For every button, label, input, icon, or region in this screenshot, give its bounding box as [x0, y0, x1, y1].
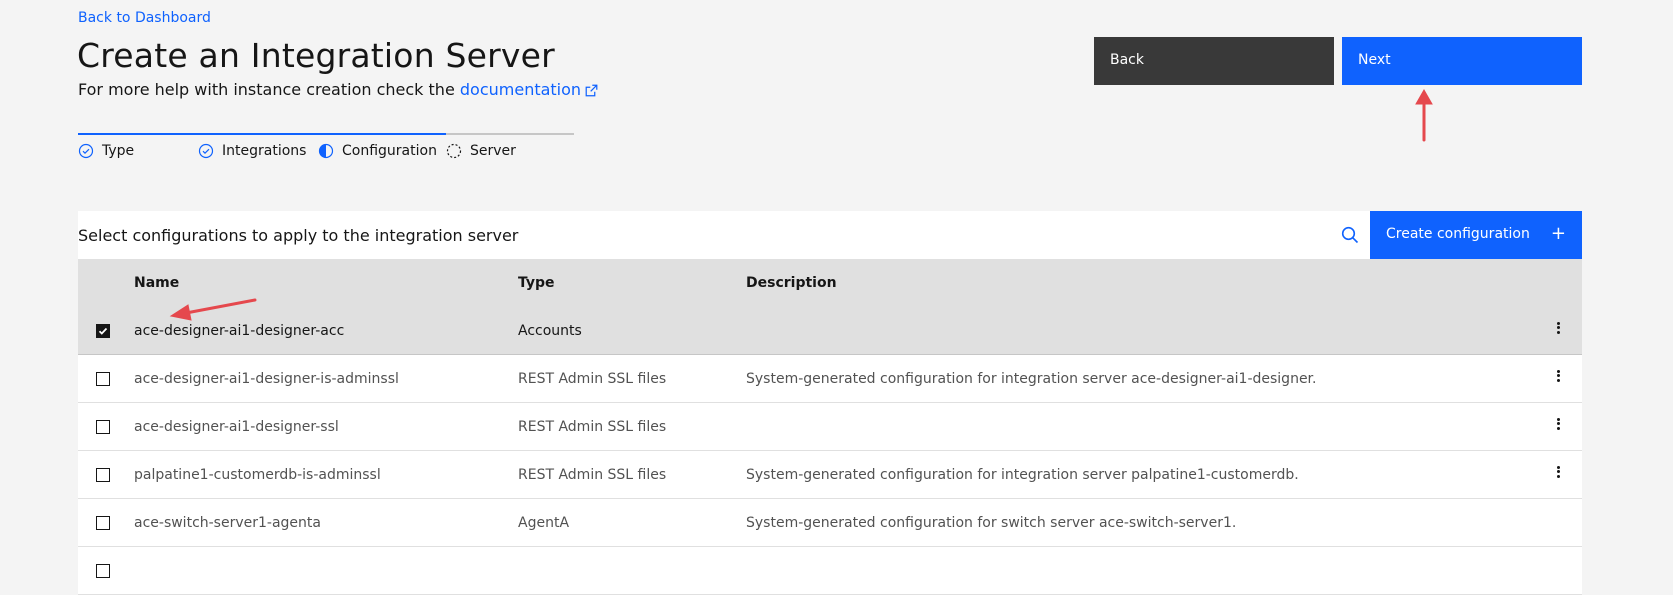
next-button[interactable]: Next	[1342, 37, 1582, 85]
progress-step-integrations[interactable]: Integrations	[198, 133, 326, 169]
table-row[interactable]: ace-designer-ai1-designer-ssl REST Admin…	[78, 403, 1582, 451]
row-type: REST Admin SSL files	[518, 467, 667, 483]
row-type: Accounts	[518, 323, 582, 339]
row-select-cell	[78, 403, 134, 451]
progress-step-label: Type	[102, 143, 135, 159]
row-description: System-generated configuration for integ…	[746, 371, 1317, 387]
row-description: System-generated configuration for integ…	[746, 467, 1299, 483]
table-row[interactable]	[78, 547, 1582, 595]
progress-step-label: Configuration	[342, 143, 437, 159]
dashed-circle-icon	[446, 143, 462, 159]
overflow-menu-button[interactable]	[1534, 451, 1582, 499]
overflow-menu-icon	[1556, 368, 1560, 383]
documentation-link[interactable]: documentation	[460, 80, 598, 99]
row-description: System-generated configuration for switc…	[746, 515, 1237, 531]
row-checkbox[interactable]	[96, 420, 110, 434]
table-row[interactable]: ace-designer-ai1-designer-acc Accounts	[78, 307, 1582, 355]
add-icon: +	[1550, 223, 1566, 244]
table-toolbar: Select configurations to apply to the in…	[78, 211, 1582, 259]
subtitle-text: For more help with instance creation che…	[78, 80, 460, 99]
row-type: AgentA	[518, 515, 570, 531]
column-header-type[interactable]: Type	[518, 259, 555, 307]
overflow-menu-button[interactable]	[1534, 307, 1582, 355]
overflow-menu-button[interactable]	[1534, 355, 1582, 403]
row-select-cell	[78, 547, 134, 595]
column-header-description[interactable]: Description	[746, 259, 837, 307]
half-circle-icon	[318, 143, 334, 159]
progress-step-line	[318, 133, 446, 135]
progress-step-line	[78, 133, 206, 135]
progress-step-line	[446, 133, 574, 135]
row-checkbox[interactable]	[96, 372, 110, 386]
row-select-cell	[78, 307, 134, 355]
table-row[interactable]: ace-designer-ai1-designer-is-adminssl RE…	[78, 355, 1582, 403]
search-button[interactable]	[1326, 211, 1374, 259]
back-button[interactable]: Back	[1094, 37, 1334, 85]
table-row[interactable]: palpatine1-customerdb-is-adminssl REST A…	[78, 451, 1582, 499]
row-name: ace-switch-server1-agenta	[134, 515, 321, 531]
progress-step-label: Server	[470, 143, 516, 159]
configurations-table: Name Type Description ace-designer-ai1-d…	[78, 259, 1582, 595]
page-subtitle: For more help with instance creation che…	[78, 80, 598, 101]
row-checkbox[interactable]	[96, 564, 110, 578]
checkmark-icon	[98, 327, 108, 335]
overflow-menu-icon	[1556, 320, 1560, 335]
progress-indicator: Type Integrations Configuration Server	[78, 133, 590, 169]
row-type: REST Admin SSL files	[518, 419, 667, 435]
page-title: Create an Integration Server	[77, 36, 555, 75]
table-title: Select configurations to apply to the in…	[78, 226, 519, 245]
checkmark-outline-icon	[198, 143, 214, 159]
search-icon	[1341, 226, 1359, 244]
external-link-icon	[585, 82, 598, 101]
create-configuration-label: Create configuration	[1386, 226, 1530, 242]
row-select-cell	[78, 451, 134, 499]
progress-step-line	[198, 133, 326, 135]
progress-step-server[interactable]: Server	[446, 133, 574, 169]
overflow-menu-button[interactable]	[1534, 403, 1582, 451]
annotation-arrow-next	[1415, 88, 1433, 142]
documentation-link-label: documentation	[459, 80, 582, 99]
row-select-cell	[78, 499, 134, 547]
row-type: REST Admin SSL files	[518, 371, 667, 387]
row-name: ace-designer-ai1-designer-is-adminssl	[134, 371, 399, 387]
row-checkbox[interactable]	[96, 516, 110, 530]
table-header-row: Name Type Description	[78, 259, 1582, 307]
row-name: ace-designer-ai1-designer-acc	[134, 323, 345, 339]
row-name: ace-designer-ai1-designer-ssl	[134, 419, 339, 435]
progress-step-type[interactable]: Type	[78, 133, 206, 169]
progress-step-label: Integrations	[222, 143, 307, 159]
column-header-name[interactable]: Name	[134, 259, 179, 307]
create-configuration-button[interactable]: Create configuration +	[1370, 211, 1582, 259]
back-to-dashboard-link[interactable]: Back to Dashboard	[78, 10, 211, 26]
row-checkbox[interactable]	[96, 468, 110, 482]
table-row[interactable]: ace-switch-server1-agenta AgentA System-…	[78, 499, 1582, 547]
row-checkbox[interactable]	[96, 324, 110, 338]
checkmark-outline-icon	[78, 143, 94, 159]
overflow-menu-icon	[1556, 464, 1560, 479]
progress-step-configuration[interactable]: Configuration	[318, 133, 446, 169]
row-name: palpatine1-customerdb-is-adminssl	[134, 467, 381, 483]
overflow-menu-icon	[1556, 416, 1560, 431]
row-select-cell	[78, 355, 134, 403]
